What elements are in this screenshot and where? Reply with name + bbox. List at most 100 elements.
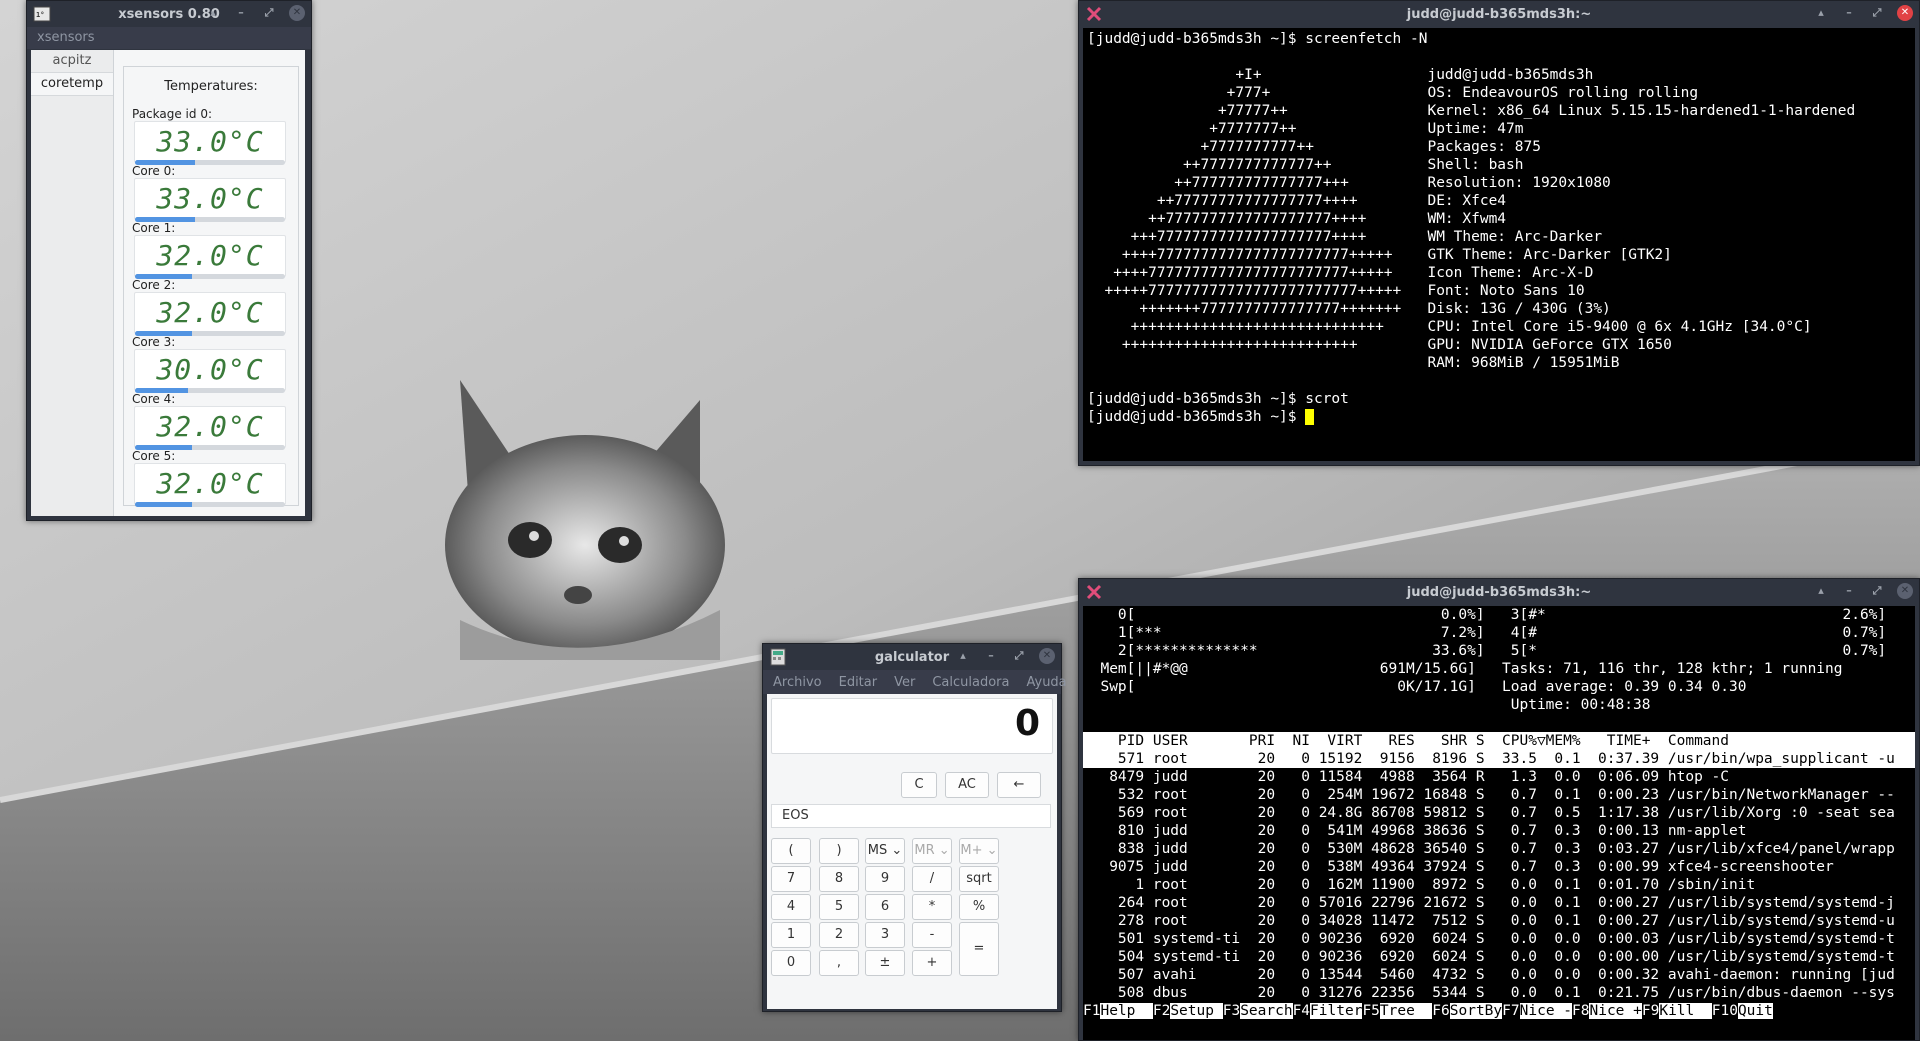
calculator-key[interactable]: 8 bbox=[819, 866, 859, 892]
function-key-label[interactable]: Tree bbox=[1379, 1003, 1433, 1019]
function-key[interactable]: F9 bbox=[1642, 1003, 1659, 1019]
terminal-output[interactable]: [judd@judd-b365mds3h ~]$ screenfetch -N … bbox=[1083, 28, 1915, 461]
table-row[interactable]: 532 root 20 0 254M 19672 16848 S 0.7 0.1… bbox=[1083, 786, 1915, 804]
function-key-label[interactable]: Help bbox=[1100, 1003, 1153, 1019]
calculator-key[interactable]: 3 bbox=[865, 922, 905, 948]
close-icon[interactable]: ✕ bbox=[1039, 648, 1055, 664]
galculator-window[interactable]: galculator ▴ – ⤢ ✕ Archivo Editar Ver Ca… bbox=[762, 643, 1067, 1012]
function-key[interactable]: F7 bbox=[1502, 1003, 1519, 1019]
terminal-titlebar[interactable]: judd@judd-b365mds3h:~ ▴ – ⤢ ✕ bbox=[1079, 579, 1919, 605]
xsensors-window[interactable]: 1° xsensors 0.80 ▴ – ⤢ ✕ xsensors acpitz… bbox=[26, 0, 312, 521]
table-row[interactable]: 278 root 20 0 34028 11472 7512 S 0.0 0.1… bbox=[1083, 912, 1915, 930]
table-row[interactable]: 569 root 20 0 24.8G 86708 59812 S 0.7 0.… bbox=[1083, 804, 1915, 822]
terminal-window-htop[interactable]: judd@judd-b365mds3h:~ ▴ – ⤢ ✕ 0[ 0.0%] 3… bbox=[1078, 578, 1920, 1041]
close-icon[interactable]: ✕ bbox=[1897, 5, 1913, 21]
table-row[interactable]: 501 systemd-ti 20 0 90236 6920 6024 S 0.… bbox=[1083, 930, 1915, 948]
table-row[interactable]: 504 systemd-ti 20 0 90236 6920 6024 S 0.… bbox=[1083, 948, 1915, 966]
calculator-key[interactable]: = bbox=[959, 922, 999, 976]
calculator-key[interactable]: ± bbox=[865, 950, 905, 976]
calculator-key[interactable]: 5 bbox=[819, 894, 859, 920]
minimize-icon[interactable]: – bbox=[1841, 583, 1857, 599]
calculator-key[interactable]: MR ⌄ bbox=[912, 838, 952, 864]
calculator-key[interactable]: % bbox=[959, 894, 999, 920]
shade-icon[interactable]: ▴ bbox=[1813, 583, 1829, 599]
xsensors-menubar[interactable]: xsensors bbox=[27, 27, 311, 49]
htop-column-header[interactable]: PID USER PRI NI VIRT RES SHR S CPU%▽MEM%… bbox=[1083, 732, 1915, 750]
calculator-key[interactable]: ( bbox=[771, 838, 811, 864]
maximize-icon[interactable]: ⤢ bbox=[1011, 648, 1027, 664]
terminal-titlebar[interactable]: judd@judd-b365mds3h:~ ▴ – ⤢ ✕ bbox=[1079, 1, 1919, 27]
table-row[interactable]: 507 avahi 20 0 13544 5460 4732 S 0.0 0.0… bbox=[1083, 966, 1915, 984]
function-key-label[interactable]: Setup bbox=[1170, 1003, 1223, 1019]
calculator-key[interactable]: sqrt bbox=[959, 866, 999, 892]
table-row[interactable]: 9075 judd 20 0 538M 49364 37924 S 0.7 0.… bbox=[1083, 858, 1915, 876]
maximize-icon[interactable]: ⤢ bbox=[1869, 5, 1885, 21]
tab-coretemp[interactable]: coretemp bbox=[31, 73, 113, 96]
table-row[interactable]: 571 root 20 0 15192 9156 8196 S 33.5 0.1… bbox=[1083, 750, 1915, 768]
menu-editar[interactable]: Editar bbox=[839, 675, 878, 690]
shade-icon[interactable]: ▴ bbox=[205, 5, 221, 21]
table-row[interactable]: 8479 judd 20 0 11584 4988 3564 R 1.3 0.0… bbox=[1083, 768, 1915, 786]
htop-process-list[interactable]: 571 root 20 0 15192 9156 8196 S 33.5 0.1… bbox=[1083, 750, 1915, 1002]
calculator-key[interactable]: / bbox=[912, 866, 952, 892]
menu-ayuda[interactable]: Ayuda bbox=[1026, 675, 1066, 690]
calculator-key[interactable]: 1 bbox=[771, 922, 811, 948]
calculator-key[interactable]: 7 bbox=[771, 866, 811, 892]
function-key[interactable]: F8 bbox=[1572, 1003, 1589, 1019]
all-clear-button[interactable]: AC bbox=[945, 772, 989, 798]
function-key[interactable]: F6 bbox=[1432, 1003, 1449, 1019]
minimize-icon[interactable]: – bbox=[1841, 5, 1857, 21]
calculator-key[interactable]: + bbox=[912, 950, 952, 976]
function-key-label[interactable]: Quit bbox=[1737, 1003, 1773, 1019]
table-row[interactable]: 1 root 20 0 162M 11900 8972 S 0.0 0.1 0:… bbox=[1083, 876, 1915, 894]
function-key-label[interactable]: SortBy bbox=[1449, 1003, 1503, 1019]
function-key-label[interactable]: Nice - bbox=[1519, 1003, 1573, 1019]
galculator-titlebar[interactable]: galculator ▴ – ⤢ ✕ bbox=[763, 644, 1061, 670]
minimize-icon[interactable]: – bbox=[983, 648, 999, 664]
clear-button[interactable]: C bbox=[901, 772, 937, 798]
calculator-key[interactable]: 0 bbox=[771, 950, 811, 976]
menu-archivo[interactable]: Archivo bbox=[773, 675, 822, 690]
shade-icon[interactable]: ▴ bbox=[1813, 5, 1829, 21]
table-row[interactable]: 508 dbus 20 0 31276 22356 5344 S 0.0 0.1… bbox=[1083, 984, 1915, 1002]
calculator-key[interactable]: ) bbox=[819, 838, 859, 864]
xsensors-menu-item[interactable]: xsensors bbox=[37, 30, 95, 45]
calculator-key[interactable]: MS ⌄ bbox=[865, 838, 905, 864]
terminal-window-screenfetch[interactable]: judd@judd-b365mds3h:~ ▴ – ⤢ ✕ [judd@judd… bbox=[1078, 0, 1920, 466]
menu-ver[interactable]: Ver bbox=[894, 675, 915, 690]
function-key-label[interactable]: Search bbox=[1240, 1003, 1293, 1019]
table-row[interactable]: 264 root 20 0 57016 22796 21672 S 0.0 0.… bbox=[1083, 894, 1915, 912]
calculator-key[interactable]: - bbox=[912, 922, 952, 948]
shade-icon[interactable]: ▴ bbox=[955, 648, 971, 664]
table-row[interactable]: 838 judd 20 0 530M 48628 36540 S 0.7 0.3… bbox=[1083, 840, 1915, 858]
close-icon[interactable]: ✕ bbox=[289, 5, 305, 21]
maximize-icon[interactable]: ⤢ bbox=[261, 5, 277, 21]
menu-calculadora[interactable]: Calculadora bbox=[932, 675, 1009, 690]
function-key[interactable]: F1 bbox=[1083, 1003, 1100, 1019]
calculator-key[interactable]: 2 bbox=[819, 922, 859, 948]
function-key-label[interactable]: Filter bbox=[1310, 1003, 1363, 1019]
table-row[interactable]: 810 judd 20 0 541M 49968 38636 S 0.7 0.3… bbox=[1083, 822, 1915, 840]
maximize-icon[interactable]: ⤢ bbox=[1869, 583, 1885, 599]
calculator-key[interactable]: 6 bbox=[865, 894, 905, 920]
calculator-key[interactable]: M+ ⌄ bbox=[959, 838, 999, 864]
function-key[interactable]: F2 bbox=[1153, 1003, 1170, 1019]
function-key[interactable]: F4 bbox=[1293, 1003, 1310, 1019]
xsensors-titlebar[interactable]: 1° xsensors 0.80 ▴ – ⤢ ✕ bbox=[27, 1, 311, 27]
sensor-lcd-display: 30.0°C bbox=[134, 349, 286, 393]
function-key[interactable]: F5 bbox=[1362, 1003, 1379, 1019]
function-key-label[interactable]: Nice + bbox=[1589, 1003, 1642, 1019]
close-icon[interactable]: ✕ bbox=[1897, 583, 1913, 599]
minimize-icon[interactable]: – bbox=[233, 5, 249, 21]
backspace-button[interactable]: ← bbox=[997, 772, 1041, 798]
function-key[interactable]: F10 bbox=[1712, 1003, 1738, 1019]
calculator-key[interactable]: 4 bbox=[771, 894, 811, 920]
function-key[interactable]: F3 bbox=[1223, 1003, 1240, 1019]
function-key-label[interactable]: Kill bbox=[1659, 1003, 1712, 1019]
tab-acpitz[interactable]: acpitz bbox=[31, 50, 113, 73]
calculator-key[interactable]: 9 bbox=[865, 866, 905, 892]
calculator-key[interactable]: , bbox=[819, 950, 859, 976]
htop-output[interactable]: 0[ 0.0%] 3[#* 2.6%] 1[*** 7.2%] 4[# 0.7%… bbox=[1083, 606, 1915, 1040]
calculator-key[interactable]: * bbox=[912, 894, 952, 920]
